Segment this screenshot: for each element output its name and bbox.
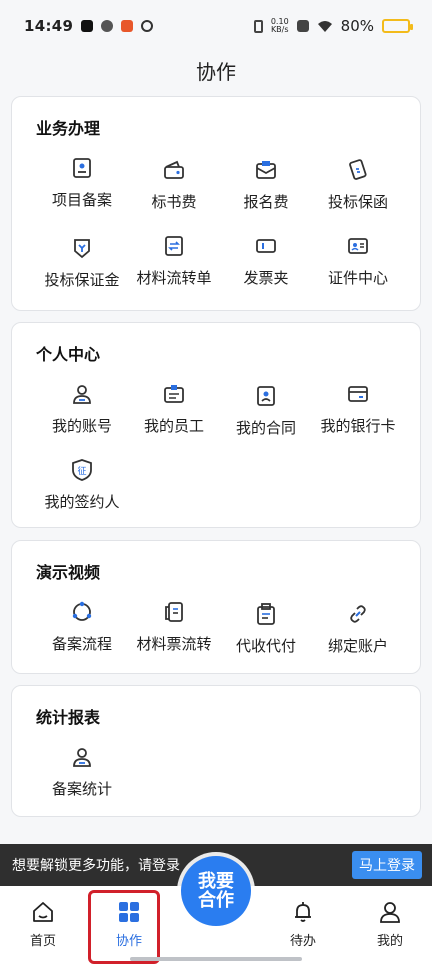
- profile-icon: [380, 902, 400, 923]
- transfer-doc-icon: [165, 236, 183, 256]
- network-speed: 0.10 KB/s: [271, 18, 289, 34]
- item-label: 证件中心: [327, 269, 388, 287]
- no-sim-icon: [296, 20, 309, 32]
- item-label: 代收代付: [235, 637, 296, 655]
- item-label: 投标保函: [327, 193, 388, 211]
- item-registration-fee[interactable]: 报名费: [220, 159, 312, 212]
- item-label: 我的银行卡: [320, 417, 396, 435]
- item-project-record[interactable]: 项目备案: [36, 157, 128, 210]
- badge-icon: [164, 385, 184, 403]
- item-label: 材料流转单: [136, 269, 212, 287]
- section-personal: 个人中心 我的账号 我的员工 我的合同 我的银行卡 征 我的签约人: [11, 322, 421, 528]
- cloud-icon: [101, 20, 114, 32]
- item-bid-deposit[interactable]: 投标保证金: [36, 237, 128, 290]
- shield-glyph: 征: [77, 466, 86, 477]
- item-label: 项目备案: [51, 191, 112, 209]
- section-title: 演示视频: [36, 563, 101, 582]
- status-bar: 14:49 0.10 KB/s 80%: [0, 0, 432, 52]
- section-business: 业务办理 项目备案 标书费 报名费 投标保函 投标保证金 材料流转单 发票夹 证…: [11, 96, 421, 311]
- guarantee-icon: [349, 159, 367, 180]
- cooperate-button[interactable]: 我要 合作: [181, 856, 251, 926]
- bank-card-icon: [348, 386, 368, 402]
- home-icon: [33, 902, 53, 922]
- project-record-icon: [73, 158, 91, 178]
- tab-label: 我的: [376, 934, 403, 949]
- ticket-icon: [256, 239, 276, 253]
- item-label: 我的签约人: [44, 493, 120, 511]
- tab-label: 首页: [29, 934, 56, 949]
- user-icon: [73, 385, 91, 404]
- tiktok-icon: [81, 20, 94, 32]
- tab-label: 待办: [289, 934, 316, 949]
- bell-icon: [295, 902, 311, 922]
- item-label: 我的账号: [51, 417, 112, 435]
- link-icon: [350, 605, 366, 623]
- item-label: 绑定账户: [327, 637, 388, 655]
- document-flow-icon: [165, 602, 183, 622]
- cooperate-line1: 我要: [198, 871, 234, 892]
- highlight-box: [88, 890, 160, 964]
- id-card-icon: [348, 238, 368, 254]
- sync-icon: [141, 20, 154, 32]
- item-record-statistics[interactable]: 备案统计: [36, 746, 128, 799]
- item-record-process[interactable]: 备案流程: [36, 601, 128, 654]
- item-label: 发票夹: [243, 269, 289, 287]
- item-label: 报名费: [243, 193, 289, 211]
- clipboard-icon: [257, 603, 275, 625]
- item-my-contracts[interactable]: 我的合同: [220, 385, 312, 438]
- wallet-icon: [164, 160, 184, 179]
- item-label: 投标保证金: [44, 271, 120, 289]
- app-notification-icon: [121, 20, 134, 32]
- tab-todo[interactable]: 待办: [268, 900, 338, 949]
- item-my-account[interactable]: 我的账号: [36, 383, 128, 436]
- status-time: 14:49: [24, 17, 74, 35]
- item-my-bank-card[interactable]: 我的银行卡: [312, 383, 404, 436]
- item-certificate-center[interactable]: 证件中心: [312, 235, 404, 288]
- cycle-icon: [72, 601, 92, 621]
- item-collect-pay[interactable]: 代收代付: [220, 603, 312, 656]
- login-button[interactable]: 马上登录: [352, 851, 422, 879]
- section-demo-videos: 演示视频 备案流程 材料票流转 代收代付 绑定账户: [11, 540, 421, 674]
- item-label: 备案统计: [51, 780, 112, 798]
- item-bind-account[interactable]: 绑定账户: [312, 603, 404, 656]
- item-tender-fee[interactable]: 标书费: [128, 159, 220, 212]
- section-title: 个人中心: [36, 345, 101, 364]
- item-label: 标书费: [151, 193, 197, 211]
- item-label: 备案流程: [51, 635, 112, 653]
- item-material-transfer[interactable]: 材料流转单: [128, 235, 220, 288]
- battery-percent: 80%: [340, 17, 374, 35]
- battery-icon: [382, 19, 413, 33]
- wifi-icon: [317, 20, 332, 32]
- home-indicator[interactable]: [130, 957, 302, 961]
- tab-mine[interactable]: 我的: [355, 900, 425, 949]
- section-title: 业务办理: [36, 119, 101, 138]
- item-invoice-folder[interactable]: 发票夹: [220, 235, 312, 288]
- section-title: 统计报表: [36, 708, 101, 727]
- network-speed-unit: KB/s: [270, 25, 289, 34]
- item-my-employees[interactable]: 我的员工: [128, 383, 220, 436]
- contract-icon: [257, 386, 275, 406]
- item-bid-guarantee[interactable]: 投标保函: [312, 159, 404, 212]
- envelope-icon: [256, 161, 276, 179]
- signer-shield-icon: 征: [72, 459, 92, 481]
- login-banner-text: 想要解锁更多功能，请登录: [12, 858, 180, 874]
- page-title: 协作: [196, 60, 236, 84]
- item-my-signers[interactable]: 征 我的签约人: [36, 459, 128, 512]
- tab-home[interactable]: 首页: [8, 900, 78, 949]
- item-label: 我的员工: [143, 417, 204, 435]
- user-icon: [73, 748, 91, 767]
- deposit-icon: [74, 239, 90, 259]
- cooperate-line2: 合作: [198, 890, 234, 911]
- vibrate-icon: [253, 19, 263, 33]
- item-label: 材料票流转: [136, 635, 212, 653]
- section-statistics: 统计报表 备案统计: [11, 685, 421, 817]
- item-label: 我的合同: [235, 419, 296, 437]
- item-material-ticket-flow[interactable]: 材料票流转: [128, 601, 220, 654]
